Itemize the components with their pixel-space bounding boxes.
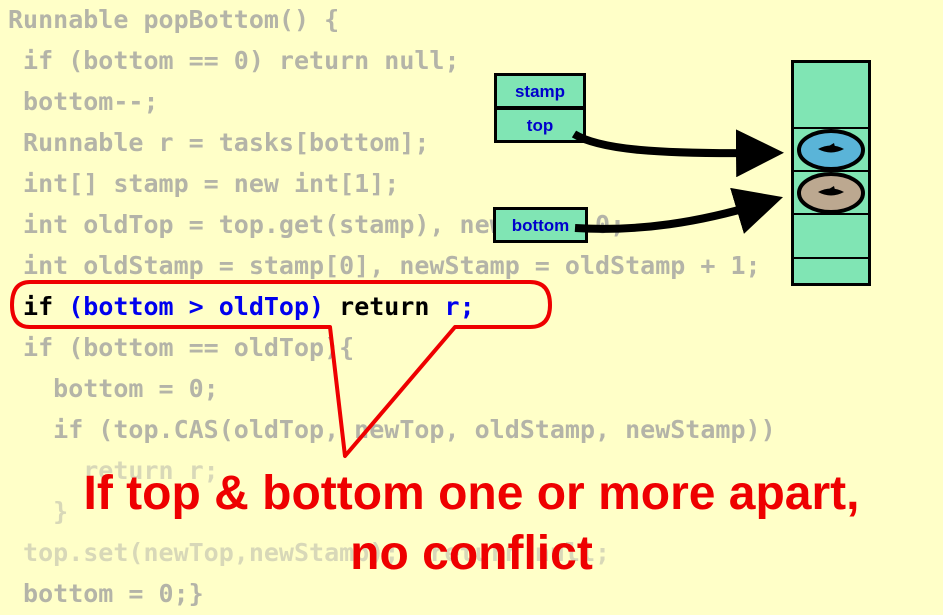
deque-slot-divider <box>794 170 868 172</box>
caption-line-1: If top & bottom one or more apart, <box>83 467 860 520</box>
code-line-11: if (top.CAS(oldTop, newTop, oldStamp, ne… <box>8 415 776 444</box>
deque-slot-divider <box>794 257 868 259</box>
code-keyword-if: if <box>8 292 69 321</box>
slide: Runnable popBottom() { if (bottom == 0) … <box>0 0 943 615</box>
code-line-8-highlighted: if (bottom > oldTop) return r; <box>8 292 475 322</box>
code-line-9: if (bottom == oldTop){ <box>8 333 355 362</box>
deque-array <box>791 60 871 286</box>
code-line-3: bottom--; <box>8 87 159 116</box>
deque-slot-divider <box>794 127 868 129</box>
code-line-7: int oldStamp = stamp[0], newStamp = oldS… <box>8 251 761 280</box>
top-box: top <box>494 107 586 143</box>
code-line-10: bottom = 0; <box>8 374 219 403</box>
top-pointer-arrow <box>571 129 784 178</box>
code-line-15: bottom = 0;} <box>8 579 204 608</box>
code-return-value: r; <box>444 292 475 321</box>
deque-slot-divider <box>794 213 868 215</box>
code-line-1: Runnable popBottom() { <box>8 5 340 34</box>
stamp-box: stamp <box>494 73 586 109</box>
caption-line-2: no conflict <box>350 527 593 580</box>
code-line-2: if (bottom == 0) return null; <box>8 46 460 75</box>
code-line-5: int[] stamp = new int[1]; <box>8 169 400 198</box>
code-keyword-return: return <box>339 292 445 321</box>
code-condition: (bottom > oldTop) <box>68 292 340 321</box>
bottom-box: bottom <box>493 207 588 243</box>
code-line-4: Runnable r = tasks[bottom]; <box>8 128 430 157</box>
